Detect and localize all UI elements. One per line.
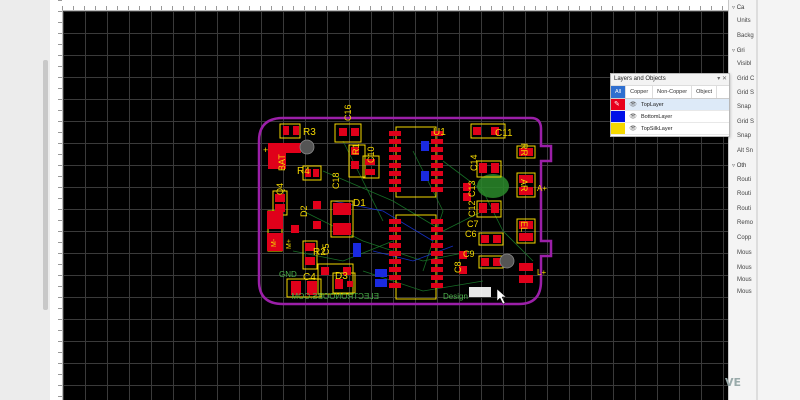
prop-mouse-3[interactable]: Mous: [737, 277, 752, 283]
prop-routing-1[interactable]: Routi: [737, 177, 751, 183]
left-panel-scrollbar[interactable]: [43, 60, 48, 310]
prop-snap-size[interactable]: Snap: [737, 133, 751, 139]
prop-mouse-1[interactable]: Mous: [737, 250, 752, 256]
panel-controls-icon[interactable]: ▾ ✕: [717, 74, 727, 85]
designator-u1: U1: [433, 127, 446, 138]
vertical-ruler: [50, 0, 63, 400]
properties-pane: Ca Units Backg Gri Visibl Grid C Grid S …: [728, 0, 800, 400]
tab-copper[interactable]: Copper: [626, 86, 654, 98]
designator-c8: C8: [453, 261, 463, 273]
prop-background[interactable]: Backg: [737, 33, 754, 39]
prop-grid-style[interactable]: Grid S: [737, 119, 754, 125]
designator-c12: C12: [467, 200, 477, 217]
silk-m-plus: M+: [286, 239, 293, 249]
properties-scrollbar[interactable]: [756, 0, 758, 400]
section-grid[interactable]: Gri: [732, 47, 745, 54]
prop-grid-color[interactable]: Grid C: [737, 76, 754, 82]
layers-objects-panel[interactable]: Layers and Objects ▾ ✕ All Copper Non-Co…: [610, 73, 730, 137]
designator-c16: C16: [343, 104, 353, 121]
mounting-hole-right: [499, 253, 515, 269]
horizontal-ruler: [62, 0, 728, 11]
designator-c7: C7: [467, 219, 479, 229]
eye-icon[interactable]: 👁: [629, 101, 637, 108]
layer-row-top[interactable]: ✎ 👁 TopLayer: [611, 99, 729, 111]
eye-icon[interactable]: 👁: [629, 113, 637, 120]
designator-c11: C11: [495, 128, 513, 139]
silk-electronoobs: ELECTRONOOBS.COM: [291, 292, 379, 301]
prop-units[interactable]: Units: [737, 18, 751, 24]
designator-ar: AR: [519, 179, 529, 192]
designator-c6: C6: [465, 229, 477, 239]
designator-r3: R3: [303, 127, 316, 138]
designator-c4: C4: [303, 272, 316, 283]
pencil-icon: ✎: [614, 101, 620, 108]
designator-d3: D3: [335, 271, 348, 282]
silk-m-minus: M-: [271, 238, 278, 247]
prop-mouse-2[interactable]: Mous: [737, 265, 752, 271]
prop-snap[interactable]: Snap: [737, 104, 751, 110]
eye-icon[interactable]: 👁: [629, 125, 637, 132]
panel-title[interactable]: Layers and Objects ▾ ✕: [611, 74, 729, 86]
silk-design: Design: [443, 292, 468, 301]
bottom-layer-pads: [353, 141, 429, 287]
mounting-hole-left: [299, 139, 315, 155]
designator-el: EL: [519, 221, 529, 232]
layer-color-swatch[interactable]: [611, 123, 625, 134]
mouse-cursor-icon: [496, 288, 507, 305]
layer-row-topsilk[interactable]: 👁 TopSilkLayer: [611, 123, 729, 135]
watermark-logo: VE: [725, 376, 742, 389]
pcb-canvas[interactable]: R3 C16 U1 C11 RR BAT R1 C10 C14 C13 R4 C…: [63, 11, 728, 400]
designator-d1: D1: [353, 198, 366, 209]
pad-label-aplus: A+: [537, 184, 547, 193]
pad-label-lplus: L+: [537, 268, 546, 277]
designator-r4: R4: [297, 166, 310, 177]
designator-bat: BAT: [277, 154, 287, 171]
prop-routing-2[interactable]: Routi: [737, 191, 751, 197]
designator-c5: C5: [321, 243, 331, 255]
prop-mouse-4[interactable]: Mous: [737, 289, 752, 295]
layer-color-swatch[interactable]: [611, 111, 625, 122]
prop-alt-snap[interactable]: Alt Sn: [737, 148, 753, 154]
layer-tabs: All Copper Non-Copper Object: [611, 86, 729, 99]
designator-r1: R1: [351, 143, 361, 155]
pad-label-plus: +: [263, 145, 268, 155]
designator-d2: D2: [299, 205, 309, 217]
designator-c14: C14: [469, 154, 479, 171]
designator-c10: C10: [366, 146, 376, 163]
layer-name: TopLayer: [641, 101, 664, 108]
bottom-silk-shape: [477, 174, 509, 198]
designator-rr: RR: [519, 143, 529, 156]
layer-name: BottomLayer: [641, 113, 673, 120]
designator-c18: C18: [331, 172, 341, 189]
left-panel: [0, 0, 51, 400]
section-other[interactable]: Oth: [732, 162, 747, 169]
prop-copper[interactable]: Copp: [737, 235, 751, 241]
layer-color-swatch[interactable]: ✎: [611, 99, 625, 110]
silk-gnd: GND: [279, 270, 297, 279]
designator-q4: Q4: [275, 183, 285, 195]
pcb-board[interactable]: R3 C16 U1 C11 RR BAT R1 C10 C14 C13 R4 C…: [63, 11, 728, 400]
layer-name: TopSilkLayer: [641, 125, 673, 132]
prop-grid-size[interactable]: Grid S: [737, 90, 754, 96]
tab-non-copper[interactable]: Non-Copper: [653, 86, 693, 98]
prop-remove[interactable]: Remo: [737, 220, 753, 226]
prop-routing-3[interactable]: Routi: [737, 206, 751, 212]
tab-object[interactable]: Object: [692, 86, 718, 98]
layer-row-bottom[interactable]: 👁 BottomLayer: [611, 111, 729, 123]
designator-c13: C13: [467, 180, 477, 197]
section-canvas[interactable]: Ca: [732, 4, 745, 11]
tab-all[interactable]: All: [611, 86, 627, 98]
selection-marker: [469, 287, 491, 297]
designator-c9: C9: [463, 249, 475, 259]
prop-visible[interactable]: Visibl: [737, 61, 751, 67]
